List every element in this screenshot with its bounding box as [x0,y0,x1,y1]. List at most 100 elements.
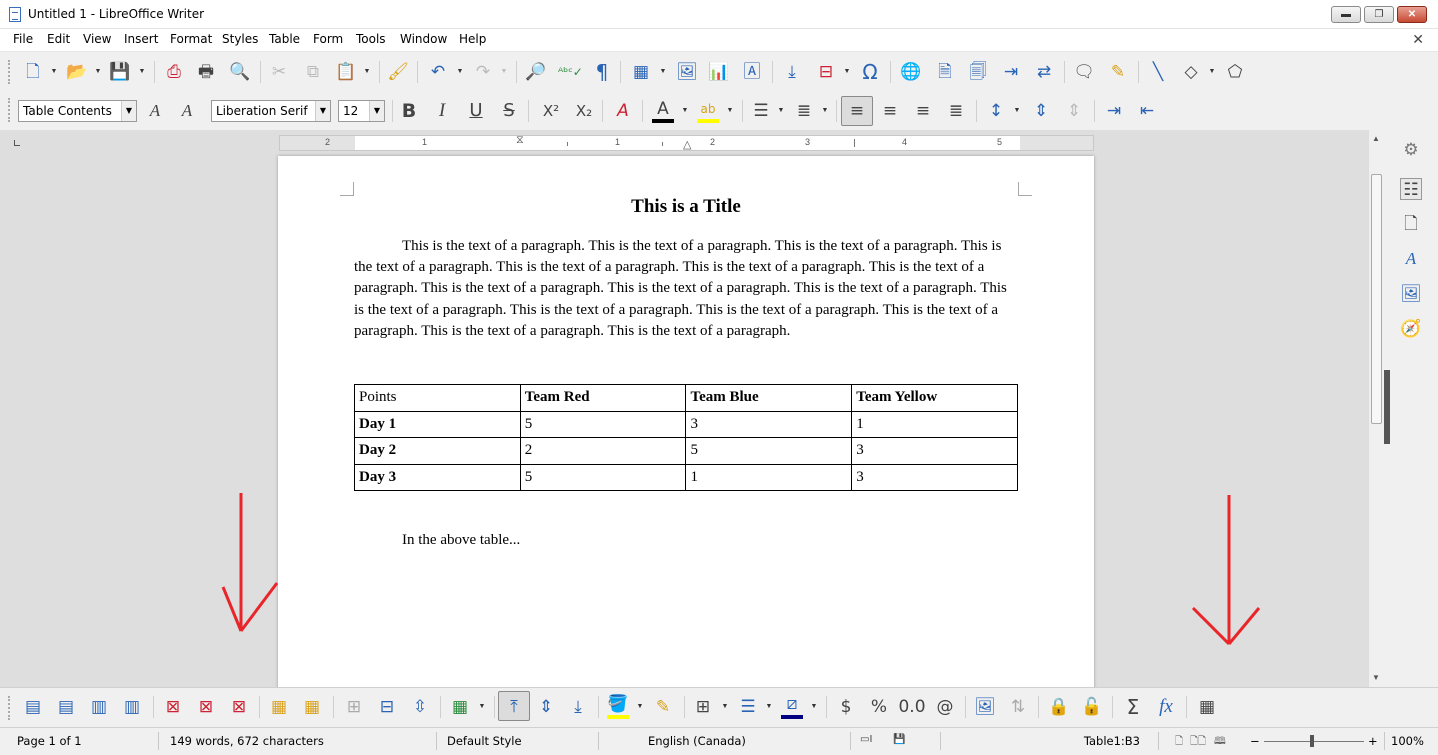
export-pdf-icon[interactable]: ⎙ [163,61,185,83]
language[interactable]: English (Canada) [648,734,746,748]
insert-mode-icon[interactable]: ▭I [860,734,872,745]
font-name-combo[interactable]: Liberation Serif ▼ [211,100,331,122]
select-cell-icon[interactable]: ▦ [268,696,290,718]
align-center-icon[interactable]: ≡ [879,100,901,122]
hyperlink-icon[interactable]: 🌐 [900,61,922,83]
toolbar-grip[interactable] [8,60,11,84]
update-style-icon[interactable]: A [144,100,166,122]
sidebar-gallery-icon[interactable]: 🖼 [1400,283,1422,305]
subscript-icon[interactable]: X₂ [570,100,598,122]
ordered-list-icon[interactable]: ≣ [793,100,815,122]
save-icon[interactable]: 💾 [109,61,131,83]
bold-icon[interactable]: B [398,100,420,122]
special-character-icon[interactable]: Ω [859,61,881,83]
scroll-down-icon[interactable]: ▼ [1372,673,1380,682]
table-cell[interactable]: 5 [685,437,853,465]
endnote-icon[interactable]: 🗐 [967,61,989,83]
autoformat-icon[interactable]: ✎ [652,696,674,718]
chevron-down-icon[interactable]: ▼ [315,101,330,121]
protect-cells-icon[interactable]: 🔒 [1048,696,1070,718]
menu-format[interactable]: Format [170,32,212,46]
after-table-paragraph[interactable]: In the above table... [402,532,520,549]
sidebar-navigator-icon[interactable]: 🧭 [1400,318,1422,340]
zoom-percentage[interactable]: 100% [1391,734,1424,748]
close-button[interactable]: ✕ [1397,6,1427,23]
highlight-dropdown-icon[interactable]: ▼ [726,100,734,122]
field-dropdown-icon[interactable]: ▼ [843,61,851,83]
number-recognition-icon[interactable]: @ [934,696,956,718]
insert-textbox-icon[interactable]: 🄰 [741,61,763,83]
redo-dropdown-icon[interactable]: ▼ [500,61,508,83]
border-style-dropdown-icon[interactable]: ▼ [765,696,773,718]
toolbar-grip[interactable] [8,696,11,720]
table-cell[interactable]: 3 [851,437,1018,465]
increase-paragraph-spacing-icon[interactable]: ⇕ [1030,100,1052,122]
percent-format-icon[interactable]: % [868,696,890,718]
optimize-size-icon[interactable]: ▦ [449,696,471,718]
table-dropdown-icon[interactable]: ▼ [659,61,667,83]
right-indent-marker[interactable]: △ [683,138,691,151]
table-cell[interactable]: 1 [851,410,1018,438]
strikethrough-icon[interactable]: S [498,100,520,122]
track-changes-icon[interactable]: ✎ [1107,61,1129,83]
basic-shapes-icon[interactable]: ◇ [1180,61,1202,83]
column-separator[interactable] [854,139,855,147]
border-style-icon[interactable]: ☰ [737,696,759,718]
menu-edit[interactable]: Edit [47,32,70,46]
menu-styles[interactable]: Styles [222,32,258,46]
background-dropdown-icon[interactable]: ▼ [636,696,644,718]
superscript-icon[interactable]: X² [537,100,565,122]
justify-icon[interactable]: ≣ [945,100,967,122]
multi-page-view-icon[interactable]: 🗋🗋 [1190,734,1206,751]
highlighting-icon[interactable]: ab [697,98,719,120]
border-color-dropdown-icon[interactable]: ▼ [810,696,818,718]
table-cell[interactable]: Day 3 [354,463,521,491]
line-spacing-dropdown-icon[interactable]: ▼ [1013,100,1021,122]
insert-columns-after-icon[interactable]: ▥ [121,696,143,718]
sum-icon[interactable]: Σ [1122,696,1144,718]
menu-table[interactable]: Table [269,32,300,46]
single-page-view-icon[interactable]: 🗋 [1175,734,1183,751]
table-properties-icon[interactable]: ▦ [1196,696,1218,718]
optimize-dropdown-icon[interactable]: ▼ [478,696,486,718]
word-count[interactable]: 149 words, 672 characters [170,734,324,748]
undo-icon[interactable]: ↶ [427,61,449,83]
split-table-icon[interactable]: ⇳ [409,696,431,718]
restore-button[interactable]: ❐ [1364,6,1394,23]
borders-dropdown-icon[interactable]: ▼ [721,696,729,718]
zoom-in-icon[interactable]: + [1368,734,1378,748]
bullets-dropdown-icon[interactable]: ▼ [777,100,785,122]
increase-indent-icon[interactable]: ⇥ [1103,100,1125,122]
new-document-icon[interactable]: 🗋 [22,61,44,83]
new-style-icon[interactable]: A [176,100,198,122]
table-cell[interactable]: Team Blue [685,384,853,412]
scroll-up-icon[interactable]: ▲ [1372,134,1380,143]
document-modified-icon[interactable]: 💾 [893,734,905,745]
sidebar-collapse-handle[interactable] [1384,370,1390,444]
table-cell[interactable]: Team Red [519,384,687,412]
table-cell-background-icon[interactable]: 🪣 [607,693,629,715]
open-dropdown-icon[interactable]: ▼ [94,61,102,83]
insert-caption-icon[interactable]: 🖼 [974,696,996,718]
table-cell[interactable]: 1 [685,463,853,491]
open-folder-icon[interactable]: 📂 [66,61,88,83]
formatting-marks-icon[interactable]: ¶ [591,61,613,83]
comment-icon[interactable]: 🗨 [1073,61,1095,83]
align-right-icon[interactable]: ≡ [912,100,934,122]
center-vertically-icon[interactable]: ⇕ [535,696,557,718]
chevron-down-icon[interactable]: ▼ [121,101,136,121]
zoom-slider-thumb[interactable] [1310,735,1314,747]
scrollbar-thumb[interactable] [1371,174,1382,424]
delete-table-icon[interactable]: ⊠ [228,696,250,718]
insert-chart-icon[interactable]: 📊 [708,61,730,83]
italic-icon[interactable]: I [431,100,453,122]
book-view-icon[interactable]: 🕮 [1214,734,1226,751]
sidebar-styles-icon[interactable]: A [1400,248,1422,270]
draw-functions-icon[interactable]: ⬠ [1224,61,1246,83]
sidebar-properties-icon[interactable]: ☷ [1400,178,1422,200]
table-cell[interactable]: 3 [851,463,1018,491]
number-format-icon[interactable]: 0.0 [897,696,927,718]
undo-dropdown-icon[interactable]: ▼ [456,61,464,83]
menu-view[interactable]: View [83,32,111,46]
document-title[interactable]: This is a Title [278,196,1094,218]
